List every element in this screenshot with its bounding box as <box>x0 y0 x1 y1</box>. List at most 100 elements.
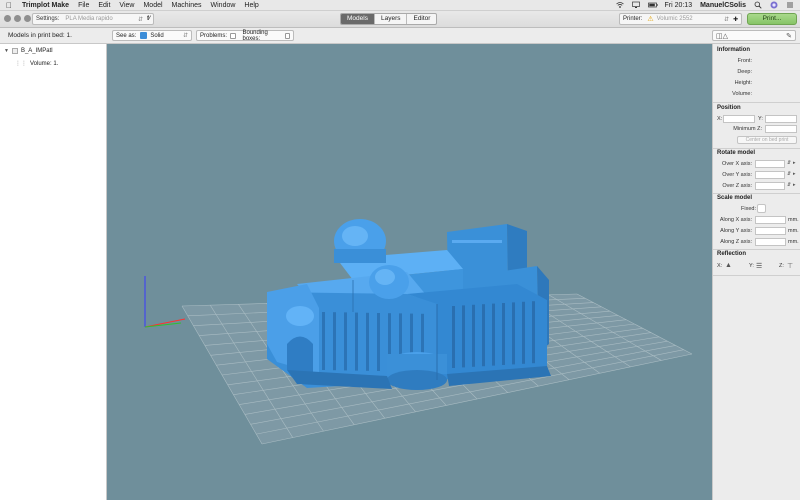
scale-y-field[interactable] <box>755 227 786 235</box>
front-label: Front: <box>737 58 752 64</box>
fixed-lock-toggle[interactable] <box>757 204 766 213</box>
see-as-label: See as: <box>116 32 137 39</box>
rotate-title: Rotate model <box>717 150 756 156</box>
facade-column <box>355 312 358 371</box>
reflection-title: Reflection <box>717 251 747 257</box>
model-checkbox[interactable] <box>11 48 18 54</box>
rotate-y-stepper[interactable]: ⇵ <box>787 171 791 177</box>
display-icon[interactable] <box>632 1 641 9</box>
zoom-window-button[interactable] <box>24 15 31 22</box>
see-as-value[interactable]: Solid <box>150 33 163 39</box>
facade-column <box>322 312 325 370</box>
menu-window[interactable]: Window <box>211 2 236 9</box>
info-panel-icon[interactable]: ◫ <box>716 32 723 40</box>
scale-title: Scale model <box>717 195 753 201</box>
facade-column <box>366 312 369 371</box>
scale-x-unit: mm. <box>788 217 799 223</box>
menu-view[interactable]: View <box>119 2 134 9</box>
scale-x-field[interactable] <box>755 216 786 224</box>
menu-model[interactable]: Model <box>143 2 162 9</box>
scale-z-field[interactable] <box>755 238 786 246</box>
edit-settings-icon[interactable]: f⁄ <box>147 16 150 22</box>
menu-edit[interactable]: Edit <box>98 2 110 9</box>
pencil-icon[interactable]: ✎ <box>786 32 792 40</box>
battery-icon[interactable] <box>648 1 659 9</box>
problems-checkbox[interactable] <box>230 32 236 39</box>
tree-child-label[interactable]: Volume: 1. <box>30 61 58 67</box>
problems-label: Problems: <box>200 32 228 39</box>
wifi-icon[interactable] <box>616 1 625 9</box>
height-label: Height: <box>734 80 752 86</box>
printer-value[interactable]: Volumic 2552 <box>657 16 724 22</box>
facade-column <box>344 312 347 371</box>
apple-menu-icon[interactable]:  <box>6 1 12 10</box>
tree-root-row[interactable]: ▼ B_A_IMPatl <box>4 48 53 54</box>
printer-selector[interactable]: Printer: ⚠ Volumic 2552 ⇵ ✚ <box>619 13 742 25</box>
tree-child-row[interactable]: ⋮⋮ Volume: 1. <box>15 60 58 68</box>
scene-canvas[interactable] <box>107 44 712 500</box>
view-mode-tabs: Models Layers Editor <box>340 13 438 25</box>
rotate-z-stepper[interactable]: ⇵ <box>787 182 791 188</box>
updown-arrow-icon: ⇵ <box>137 16 143 23</box>
building-model[interactable] <box>267 219 551 390</box>
updown-arrow-icon: ⇵ <box>182 33 188 39</box>
deep-label: Deep: <box>737 69 752 75</box>
notification-center-icon[interactable] <box>786 1 794 9</box>
triangle-mesh-icon[interactable]: △ <box>723 32 728 40</box>
position-y-label: Y: <box>758 116 763 122</box>
position-x-field[interactable] <box>723 115 755 123</box>
tab-editor[interactable]: Editor <box>407 14 436 24</box>
minimize-window-button[interactable] <box>14 15 21 22</box>
search-icon[interactable] <box>754 1 762 9</box>
close-window-button[interactable] <box>4 15 11 22</box>
disclosure-triangle-icon[interactable]: ▼ <box>4 48 9 54</box>
position-y-field[interactable] <box>765 115 797 123</box>
menu-help[interactable]: Help <box>244 2 258 9</box>
tab-models[interactable]: Models <box>341 14 375 24</box>
scale-y-label: Along Y axis: <box>720 228 752 234</box>
scale-z-unit: mm. <box>788 239 799 245</box>
clock[interactable]: Fri 20:13 <box>664 2 692 9</box>
print-button[interactable]: Print... <box>747 13 797 25</box>
models-tree-panel: ▼ B_A_IMPatl ⋮⋮ Volume: 1. <box>0 44 107 500</box>
facade-column <box>333 312 336 371</box>
rotate-x-apply-icon[interactable]: ▸ <box>793 160 796 166</box>
menu-app[interactable]: Trimplot Make <box>22 2 69 9</box>
tree-root-label[interactable]: B_A_IMPatl <box>21 48 53 54</box>
bottom-divider <box>713 275 800 276</box>
scale-y-unit: mm. <box>788 228 799 234</box>
see-as-selector[interactable]: See as: Solid ⇵ <box>112 30 192 41</box>
mirror-y-icon[interactable]: ☰ <box>756 262 762 270</box>
bounding-boxes-checkbox[interactable] <box>284 32 290 39</box>
rotate-x-field[interactable] <box>755 160 785 168</box>
menu-file[interactable]: File <box>78 2 89 9</box>
rotate-z-field[interactable] <box>755 182 785 190</box>
settings-value[interactable]: PLA Media rapido <box>65 16 138 22</box>
rotate-y-field[interactable] <box>755 171 785 179</box>
3d-viewport[interactable] <box>107 44 712 500</box>
mirror-x-icon[interactable]: ▲ <box>725 262 732 269</box>
tab-layers[interactable]: Layers <box>375 14 408 24</box>
window-controls <box>4 15 31 22</box>
settings-selector[interactable]: Settings: PLA Media rapido ⇵ f⁄ <box>32 13 154 25</box>
secondary-toolbar: Models in print bed: 1. See as: Solid ⇵ … <box>0 28 800 44</box>
center-on-bed-button[interactable]: Center on bed print <box>737 136 797 144</box>
settings-label: Settings: <box>36 16 60 22</box>
display-options: Problems: Bounding boxes: <box>196 30 294 42</box>
siri-icon[interactable] <box>770 1 778 9</box>
minimum-z-field[interactable] <box>765 125 797 133</box>
panel-tools: ◫ △ ✎ <box>712 30 796 41</box>
fixed-label: Fixed: <box>741 206 756 212</box>
position-x-label: X: <box>717 116 723 122</box>
user-name[interactable]: ManuelCSolis <box>700 2 746 9</box>
rotate-x-label: Over X axis: <box>722 161 752 167</box>
rotate-z-apply-icon[interactable]: ▸ <box>793 182 796 188</box>
reflect-x-label: X: <box>717 263 723 269</box>
mirror-z-icon[interactable]: ⊤ <box>787 262 793 270</box>
rotate-x-stepper[interactable]: ⇵ <box>787 160 791 166</box>
rotate-y-apply-icon[interactable]: ▸ <box>793 171 796 177</box>
menu-machines[interactable]: Machines <box>172 2 202 9</box>
add-printer-icon[interactable]: ✚ <box>733 16 738 23</box>
properties-panel: Information Front: Deep: Height: Volume:… <box>712 44 800 500</box>
minimum-z-label: Minimum Z: <box>733 126 762 132</box>
